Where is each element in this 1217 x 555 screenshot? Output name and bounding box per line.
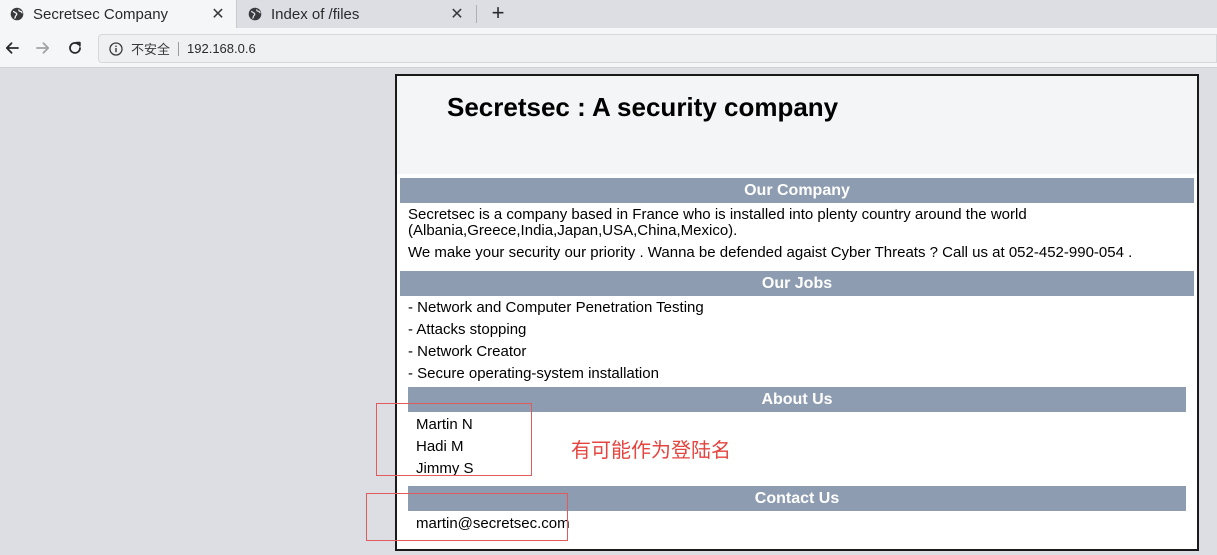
navigation-bar: 不安全 192.168.0.6 [0, 28, 1217, 68]
company-description-line: We make your security our priority . Wan… [408, 244, 1133, 261]
globe-icon [10, 7, 24, 21]
close-tab-icon[interactable]: ✕ [445, 4, 469, 24]
company-description-line: Secretsec is a company based in France w… [408, 206, 1027, 223]
close-tab-icon[interactable]: ✕ [206, 4, 230, 24]
job-list-item: - Network and Computer Penetration Testi… [408, 299, 704, 316]
tab-title: Index of /files [271, 5, 360, 23]
job-list-item: - Attacks stopping [408, 321, 527, 338]
annotation-note: 有可能作为登陆名 [571, 438, 731, 462]
tab-strip: Secretsec Company ✕ Index of /files ✕ + [0, 0, 1217, 28]
section-heading-our-company: Our Company [400, 178, 1194, 203]
tab-separator [476, 5, 477, 23]
url-address[interactable]: 192.168.0.6 [187, 41, 256, 56]
section-heading-our-jobs: Our Jobs [400, 271, 1194, 296]
annotation-box-email [366, 493, 568, 541]
back-button[interactable] [1, 37, 23, 59]
reload-icon [69, 41, 81, 54]
page-viewport: Secretsec : A security company Our Compa… [0, 69, 1217, 555]
globe-icon [248, 7, 262, 21]
forward-button[interactable] [32, 37, 54, 59]
url-bar[interactable]: 不安全 192.168.0.6 [98, 34, 1217, 63]
company-description-line: (Albania,Greece,India,Japan,USA,China,Me… [408, 222, 738, 239]
reload-button[interactable] [64, 37, 86, 59]
site-header: Secretsec : A security company [397, 76, 1197, 174]
tab-index-of-files[interactable]: Index of /files ✕ [238, 0, 475, 28]
page-container: Secretsec : A security company Our Compa… [395, 74, 1199, 551]
job-list-item: - Secure operating-system installation [408, 365, 659, 382]
tab-title: Secretsec Company [33, 5, 169, 23]
new-tab-button[interactable]: + [486, 2, 510, 26]
arrow-left-icon [5, 42, 19, 54]
tab-secretsec-company[interactable]: Secretsec Company ✕ [0, 0, 237, 28]
annotation-box-names [376, 403, 532, 476]
info-icon[interactable] [109, 41, 123, 56]
job-list-item: - Network Creator [408, 343, 527, 360]
page-title: Secretsec : A security company [447, 92, 839, 122]
url-divider [178, 41, 180, 56]
arrow-right-icon [36, 42, 50, 54]
security-label: 不安全 [131, 42, 171, 57]
